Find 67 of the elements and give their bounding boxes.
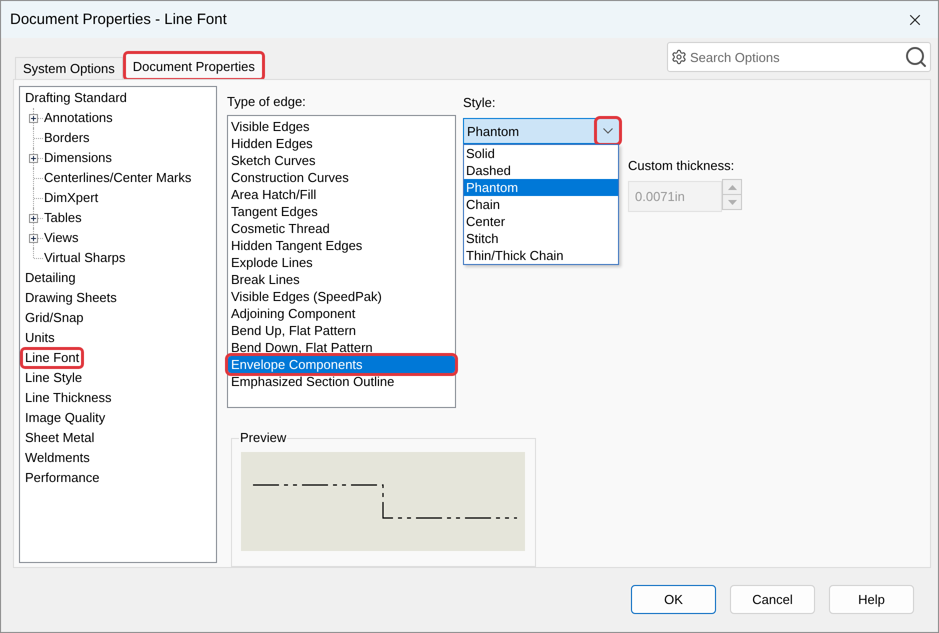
edge-type-item[interactable]: Bend Up, Flat Pattern <box>228 322 455 339</box>
tree-item[interactable]: Line Font <box>22 349 82 367</box>
tree-item[interactable]: Dimensions <box>41 149 115 167</box>
style-value: Phantom <box>467 124 520 138</box>
tree-item[interactable]: Drafting Standard <box>22 89 130 107</box>
search-placeholder: Search Options <box>690 50 781 64</box>
dialog-button[interactable]: Cancel <box>730 585 815 614</box>
edge-type-item[interactable]: Visible Edges <box>228 118 455 135</box>
dropdown-option[interactable]: Center <box>464 213 618 230</box>
edge-type-item[interactable]: Explode Lines <box>228 254 455 271</box>
dropdown-button[interactable] <box>597 119 619 143</box>
tab[interactable]: Document Properties <box>124 53 263 79</box>
tree-item[interactable]: Units <box>22 329 58 347</box>
tree-item[interactable]: Detailing <box>22 269 79 287</box>
dropdown-option[interactable]: Solid <box>464 145 618 162</box>
edge-type-item[interactable]: Hidden Tangent Edges <box>228 237 455 254</box>
edge-type-item[interactable]: Hidden Edges <box>228 135 455 152</box>
search-field[interactable]: Search Options <box>667 42 931 72</box>
edge-type-item[interactable]: Emphasized Section Outline <box>228 373 455 390</box>
edge-type-item[interactable]: Construction Curves <box>228 169 455 186</box>
tree-item[interactable]: Annotations <box>41 109 116 127</box>
down-triangle-icon <box>728 200 736 204</box>
tree-item[interactable]: Views <box>41 229 82 247</box>
tree-item[interactable]: Grid/Snap <box>22 309 87 327</box>
edge-type-item[interactable]: Cosmetic Thread <box>228 220 455 237</box>
edge-type-item[interactable]: Envelope Components <box>228 356 455 373</box>
expand-icon[interactable] <box>29 234 38 243</box>
dropdown-option[interactable]: Phantom <box>464 179 618 196</box>
tree-item[interactable]: Sheet Metal <box>22 429 98 447</box>
expand-icon[interactable] <box>29 214 38 223</box>
dropdown-option[interactable]: Stitch <box>464 230 618 247</box>
style-label: Style: <box>463 95 497 111</box>
tree-item[interactable]: Line Thickness <box>22 389 114 407</box>
tree-item[interactable]: Centerlines/Center Marks <box>41 169 194 187</box>
tree-item[interactable]: Drawing Sheets <box>22 289 120 307</box>
tree-item[interactable]: Tables <box>41 209 85 227</box>
expand-icon[interactable] <box>29 114 38 123</box>
edge-type-item[interactable]: Visible Edges (SpeedPak) <box>228 288 455 305</box>
edge-type-item[interactable]: Break Lines <box>228 271 455 288</box>
dialog-button[interactable]: OK <box>631 585 716 614</box>
edge-type-item[interactable]: Sketch Curves <box>228 152 455 169</box>
expand-icon[interactable] <box>29 154 38 163</box>
search-icon[interactable] <box>904 45 928 69</box>
edge-type-label: Type of edge: <box>227 94 307 110</box>
up-triangle-icon <box>728 184 736 190</box>
edge-type-item[interactable]: Adjoining Component <box>228 305 455 322</box>
tree-item[interactable]: Image Quality <box>22 409 108 427</box>
style-dropdown[interactable]: Phantom <box>463 118 620 144</box>
tree-item[interactable]: Borders <box>41 129 93 147</box>
window-title: Document Properties - Line Font <box>10 11 227 28</box>
tree-item[interactable]: Weldments <box>22 449 93 467</box>
tree-item[interactable]: DimXpert <box>41 189 102 207</box>
dropdown-option[interactable]: Dashed <box>464 162 618 179</box>
edge-type-item[interactable]: Area Hatch/Fill <box>228 186 455 203</box>
tree-item[interactable]: Performance <box>22 469 102 487</box>
custom-thickness-label: Custom thickness: <box>628 158 736 174</box>
caret-icon <box>603 128 613 134</box>
tree-item[interactable]: Line Style <box>22 369 86 387</box>
tab[interactable]: System Options <box>15 57 123 79</box>
edge-type-item[interactable]: Bend Down, Flat Pattern <box>228 339 455 356</box>
dialog-button[interactable]: Help <box>829 585 914 614</box>
settings-icon[interactable] <box>671 49 687 65</box>
dropdown-option[interactable]: Thin/Thick Chain <box>464 247 618 264</box>
tree-item[interactable]: Virtual Sharps <box>41 249 128 267</box>
edge-type-item[interactable]: Tangent Edges <box>228 203 455 220</box>
dropdown-option[interactable]: Chain <box>464 196 618 213</box>
preview-label: Preview <box>239 430 288 446</box>
